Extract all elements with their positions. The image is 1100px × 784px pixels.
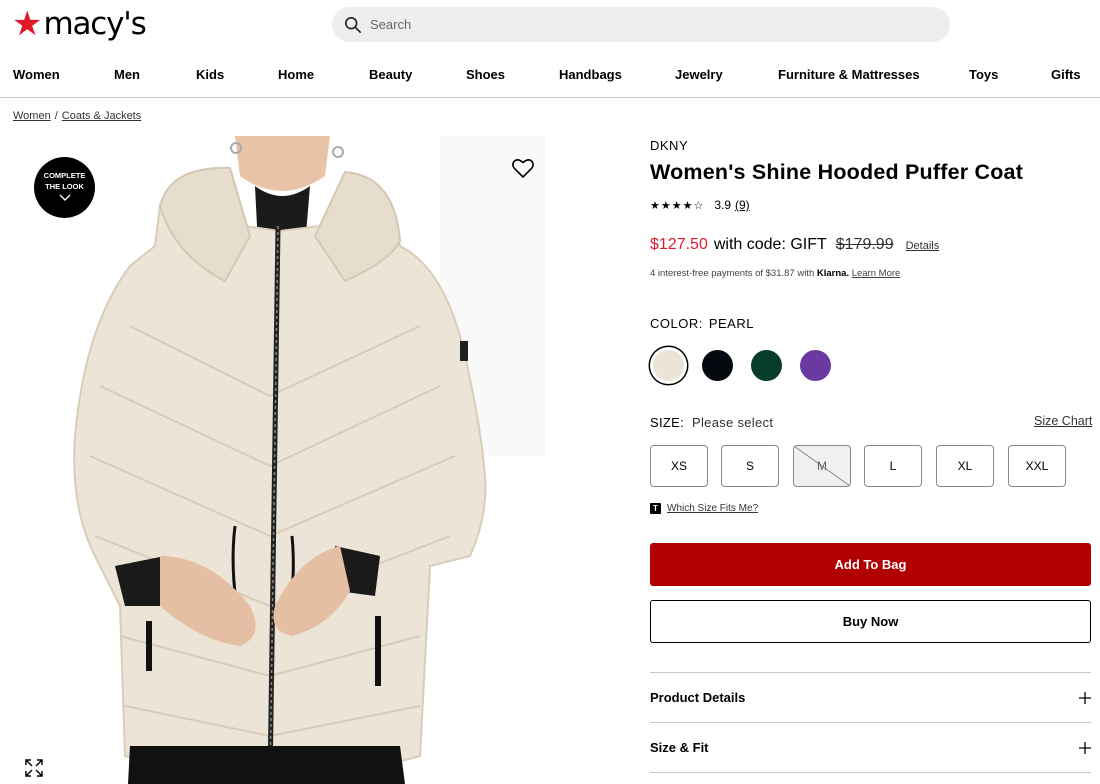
color-swatch-pearl[interactable] — [653, 350, 684, 381]
nav-item-beauty[interactable]: Beauty — [369, 67, 412, 82]
complete-look-line2: THE LOOK — [45, 182, 84, 191]
breadcrumb-women[interactable]: Women — [13, 110, 51, 122]
size-button-xxl[interactable]: XXL — [1008, 445, 1066, 487]
klarna-logo: Klarna. — [816, 268, 850, 279]
true-fit-icon: T — [650, 503, 661, 514]
size-value: Please select — [692, 415, 774, 430]
original-price: $179.99 — [835, 236, 894, 253]
promo-code-text: with code: GIFT — [713, 236, 827, 253]
top-nav: Women Men Kids Home Beauty Shoes Handbag… — [0, 60, 1100, 98]
macys-logo[interactable]: ★ macy's — [12, 5, 147, 43]
size-button-s[interactable]: S — [721, 445, 779, 487]
accordion-divider — [650, 772, 1091, 773]
color-swatch-green[interactable] — [751, 350, 782, 381]
nav-item-home[interactable]: Home — [278, 67, 314, 82]
price-row: $127.50 with code: GIFT $179.99 Details — [650, 236, 939, 254]
size-label-xl: XL — [957, 459, 973, 473]
search-input[interactable] — [370, 17, 910, 32]
breadcrumb: Women / Coats & Jackets — [13, 110, 141, 122]
plus-icon — [1079, 691, 1091, 704]
review-count[interactable]: (9) — [735, 198, 750, 212]
nav-item-gifts[interactable]: Gifts — [1051, 67, 1081, 82]
size-button-l[interactable]: L — [864, 445, 922, 487]
nav-item-jewelry[interactable]: Jewelry — [675, 67, 723, 82]
nav-item-kids[interactable]: Kids — [196, 67, 224, 82]
search-bar[interactable] — [332, 7, 950, 42]
size-chart-link[interactable]: Size Chart — [1034, 414, 1092, 428]
rating-stars-icon: ★★★★☆ — [650, 199, 705, 212]
product-rating[interactable]: ★★★★☆ 3.9 (9) — [650, 198, 750, 212]
color-value: PEARL — [708, 316, 754, 331]
price-details-link[interactable]: Details — [906, 240, 940, 252]
rating-value: 3.9 — [714, 198, 731, 212]
nav-item-shoes[interactable]: Shoes — [466, 67, 505, 82]
color-label-text: COLOR: — [650, 316, 703, 331]
accordion-product-details[interactable]: Product Details — [650, 672, 1091, 722]
buy-now-button[interactable]: Buy Now — [650, 600, 1091, 643]
product-image[interactable] — [0, 136, 545, 784]
which-size-fits-me-link[interactable]: Which Size Fits Me? — [667, 503, 758, 514]
puffer-coat-illustration — [0, 136, 545, 784]
klarna-learn-more-link[interactable]: Learn More — [852, 268, 901, 279]
search-icon — [344, 16, 362, 33]
add-to-bag-button[interactable]: Add To Bag — [650, 543, 1091, 586]
product-title: Women's Shine Hooded Puffer Coat — [650, 160, 1024, 184]
size-label-l: L — [889, 459, 897, 473]
color-swatch-black[interactable] — [702, 350, 733, 381]
color-swatch-purple[interactable] — [800, 350, 831, 381]
nav-item-handbags[interactable]: Handbags — [559, 67, 622, 82]
accordion-size-fit-label: Size & Fit — [650, 740, 709, 755]
star-logo-icon: ★ — [12, 5, 43, 43]
size-label-m: M — [817, 459, 827, 473]
size-label: SIZE: Please select — [650, 415, 773, 430]
logo-text: macy's — [43, 6, 146, 42]
complete-look-line1: COMPLETE — [43, 171, 86, 180]
size-label-xxl: XXL — [1025, 459, 1049, 473]
size-button-xl[interactable]: XL — [936, 445, 994, 487]
nav-item-furniture[interactable]: Furniture & Mattresses — [778, 67, 920, 82]
nav-item-women[interactable]: Women — [13, 67, 60, 82]
size-button-m[interactable]: M — [793, 445, 851, 487]
expand-icon[interactable] — [24, 758, 44, 778]
heart-icon[interactable] — [511, 157, 535, 179]
complete-the-look-button[interactable]: COMPLETE THE LOOK — [34, 157, 95, 218]
klarna-text: 4 interest-free payments of $31.87 with — [650, 268, 815, 279]
accordion-product-details-label: Product Details — [650, 690, 746, 705]
nav-item-men[interactable]: Men — [114, 67, 140, 82]
chevron-down-icon — [59, 194, 70, 201]
product-brand[interactable]: DKNY — [650, 138, 688, 153]
size-label-s: S — [745, 459, 754, 473]
plus-icon — [1079, 741, 1091, 754]
sale-price: $127.50 — [650, 236, 708, 253]
size-label-xs: XS — [670, 459, 687, 473]
color-label: COLOR: PEARL — [650, 316, 754, 331]
size-label-text: SIZE: — [650, 415, 685, 430]
breadcrumb-separator: / — [54, 110, 58, 122]
klarna-message: 4 interest-free payments of $31.87 with … — [650, 268, 900, 279]
nav-item-toys[interactable]: Toys — [969, 67, 998, 82]
size-button-xs[interactable]: XS — [650, 445, 708, 487]
which-size-fits-me[interactable]: T Which Size Fits Me? — [650, 503, 758, 514]
breadcrumb-coats-jackets[interactable]: Coats & Jackets — [62, 110, 141, 122]
accordion-size-fit[interactable]: Size & Fit — [650, 722, 1091, 772]
